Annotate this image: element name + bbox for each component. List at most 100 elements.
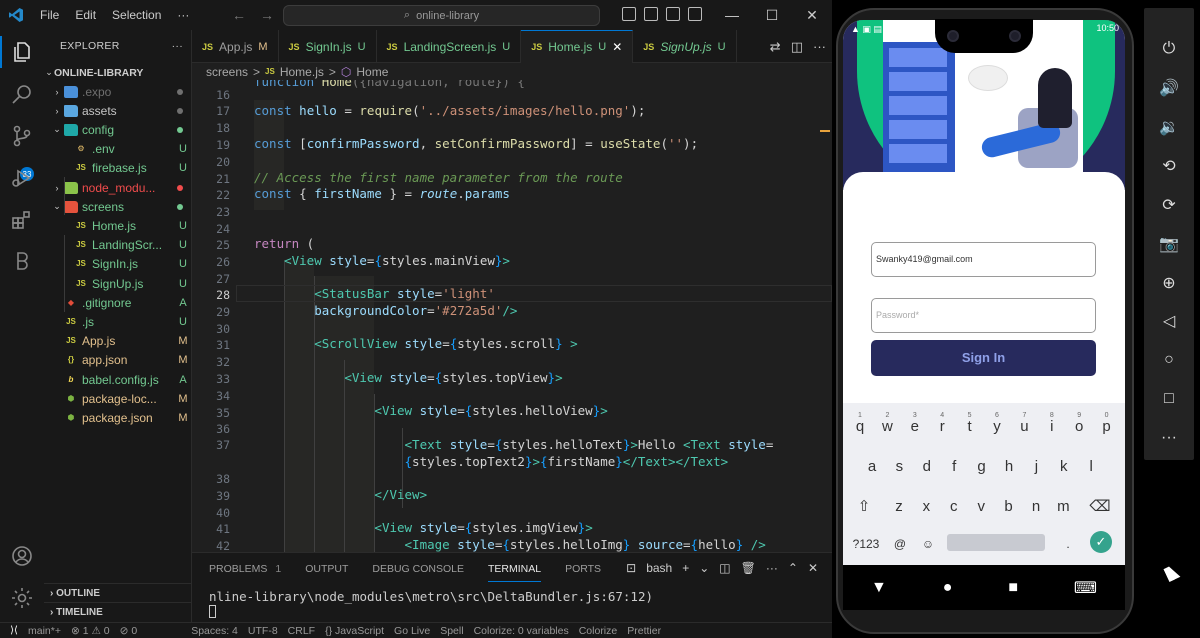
ports-status[interactable]: ⊘ 0 — [120, 625, 138, 637]
search-view-icon[interactable] — [8, 80, 36, 108]
command-center-search[interactable]: ⌕ online-library — [283, 5, 600, 26]
toggle-sidebar-icon[interactable] — [622, 7, 636, 21]
split-terminal-icon[interactable]: ◫ — [719, 561, 730, 575]
menu-edit[interactable]: Edit — [67, 0, 104, 30]
extensions-icon[interactable] — [8, 206, 36, 234]
tree-file[interactable]: b babel.config.js A — [44, 370, 191, 389]
tree-file[interactable]: ⬢ package-loc... M — [44, 389, 191, 408]
tree-folder[interactable]: ⌄ config — [44, 120, 191, 139]
close-panel-icon[interactable]: ✕ — [808, 561, 818, 575]
breadcrumb-symbol[interactable]: Home — [356, 65, 388, 79]
trash-icon[interactable]: 🗑 — [741, 561, 756, 575]
screenshot-camera-icon[interactable]: 📷 — [1144, 231, 1194, 257]
breadcrumb-file[interactable]: Home.js — [280, 65, 324, 79]
project-root[interactable]: ⌄ ONLINE-LIBRARY — [44, 63, 191, 82]
explorer-icon[interactable] — [8, 38, 36, 66]
key-p[interactable]: 0p — [1094, 411, 1120, 441]
key-j[interactable]: j — [1023, 451, 1049, 481]
customize-layout-icon[interactable] — [688, 7, 702, 21]
new-terminal-icon[interactable]: + — [682, 561, 689, 575]
compare-changes-icon[interactable]: ⇄ — [770, 39, 781, 55]
tree-folder[interactable]: › assets — [44, 101, 191, 120]
key-m[interactable]: m — [1050, 491, 1076, 521]
home-icon[interactable]: ○ — [1144, 347, 1194, 373]
key-t[interactable]: 5t — [957, 411, 983, 441]
key-z[interactable]: z — [886, 491, 912, 521]
emoji-key-icon[interactable]: ☺ — [915, 528, 941, 558]
terminal-cursor[interactable] — [209, 605, 216, 618]
menu-more[interactable]: ··· — [169, 0, 197, 30]
problems-status[interactable]: ⊗ 1 ⚠ 0 — [71, 625, 110, 637]
language-status[interactable]: {} JavaScript — [325, 625, 384, 637]
outline-section[interactable]: › OUTLINE — [44, 583, 191, 602]
key-e[interactable]: 3e — [902, 411, 928, 441]
tree-file[interactable]: ⚙ .env U — [44, 140, 191, 159]
recents-nav-icon[interactable]: ■ — [1008, 579, 1018, 597]
more-actions-icon[interactable]: ··· — [766, 561, 778, 575]
chevron-down-icon[interactable]: ⌄ — [699, 561, 709, 575]
key-o[interactable]: 9o — [1066, 411, 1092, 441]
minimize-button[interactable]: — — [712, 0, 752, 30]
volume-up-icon[interactable]: 🔊 — [1144, 75, 1194, 101]
key-l[interactable]: l — [1078, 451, 1104, 481]
tree-file[interactable]: ◆ .gitignore A — [44, 293, 191, 312]
key-n[interactable]: n — [1023, 491, 1049, 521]
zoom-icon[interactable]: ⊕ — [1144, 270, 1194, 296]
period-key[interactable]: . — [1055, 528, 1081, 558]
key-g[interactable]: g — [969, 451, 995, 481]
tab-output[interactable]: OUTPUT — [305, 553, 348, 586]
toggle-panel-icon[interactable] — [644, 7, 658, 21]
close-button[interactable]: ✕ — [792, 0, 832, 30]
at-key[interactable]: @ — [887, 528, 913, 558]
key-u[interactable]: 7u — [1011, 411, 1037, 441]
key-v[interactable]: v — [968, 491, 994, 521]
run-debug-icon[interactable] — [8, 164, 36, 192]
tree-file[interactable]: JS firebase.js U — [44, 159, 191, 178]
enter-check-icon[interactable]: ✓ — [1090, 531, 1112, 553]
key-k[interactable]: k — [1051, 451, 1077, 481]
remote-indicator-icon[interactable]: ⟩⟨ — [0, 623, 28, 638]
breadcrumb-folder[interactable]: screens — [206, 65, 248, 79]
close-tab-icon[interactable]: ✕ — [612, 40, 622, 54]
tab-app-js[interactable]: JS App.js M — [192, 30, 279, 63]
colorize-status[interactable]: Colorize — [579, 625, 618, 637]
toggle-secondary-sidebar-icon[interactable] — [666, 7, 680, 21]
tree-file[interactable]: JS SignIn.js U — [44, 255, 191, 274]
more-actions-icon[interactable]: ··· — [813, 39, 826, 55]
tree-file[interactable]: ⬢ package.json M — [44, 408, 191, 427]
indent-status[interactable]: Spaces: 4 — [191, 625, 238, 637]
backspace-key-icon[interactable]: ⌫ — [1087, 491, 1113, 521]
menu-selection[interactable]: Selection — [104, 0, 169, 30]
key-x[interactable]: x — [913, 491, 939, 521]
settings-gear-icon[interactable] — [8, 584, 36, 612]
split-editor-icon[interactable]: ◫ — [791, 39, 803, 55]
symbols-key[interactable]: ?123 — [851, 528, 881, 558]
tab-problems[interactable]: PROBLEMS 1 — [209, 553, 281, 586]
tree-file[interactable]: JS Home.js U — [44, 216, 191, 235]
tab-debug-console[interactable]: DEBUG CONSOLE — [372, 553, 464, 586]
tree-folder[interactable]: ⌄ screens — [44, 197, 191, 216]
home-nav-icon[interactable]: ● — [943, 579, 953, 597]
email-field[interactable]: Swanky419@gmail.com — [871, 242, 1096, 277]
tree-folder[interactable]: › node_modu... — [44, 178, 191, 197]
more-options-icon[interactable]: ··· — [1144, 425, 1194, 451]
tab-home-js[interactable]: JS Home.js U ✕ — [521, 30, 634, 63]
key-w[interactable]: 2w — [874, 411, 900, 441]
rotate-right-icon[interactable]: ⟳ — [1144, 192, 1194, 218]
power-icon[interactable]: ⏻ — [1144, 36, 1194, 62]
rotate-left-icon[interactable]: ⟲ — [1144, 153, 1194, 179]
tab-signup-js[interactable]: JS SignUp.js U — [633, 30, 737, 63]
tab-ports[interactable]: PORTS — [565, 553, 601, 586]
encoding-status[interactable]: UTF-8 — [248, 625, 278, 637]
more-actions-icon[interactable]: ··· — [172, 30, 183, 63]
password-field[interactable]: Password* — [871, 298, 1096, 333]
tree-file[interactable]: JS App.js M — [44, 332, 191, 351]
key-h[interactable]: h — [996, 451, 1022, 481]
key-r[interactable]: 4r — [929, 411, 955, 441]
menu-file[interactable]: File — [32, 0, 67, 30]
spell-status[interactable]: Spell — [440, 625, 463, 637]
key-d[interactable]: d — [914, 451, 940, 481]
keyboard-switch-icon[interactable]: ⌨ — [1074, 578, 1097, 598]
key-y[interactable]: 6y — [984, 411, 1010, 441]
golive-status[interactable]: Go Live — [394, 625, 430, 637]
